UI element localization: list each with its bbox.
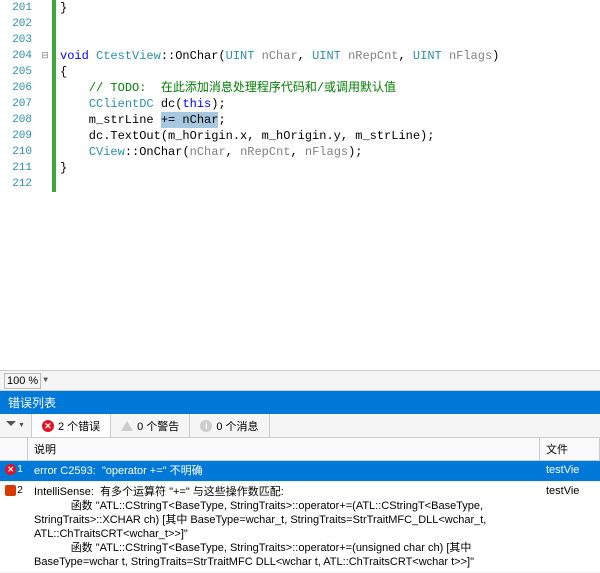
error-list-header: 说明 文件 — [0, 438, 600, 461]
error-list-panel: 错误列表 ▼ ✕ 2 个错误 0 个警告 i 0 个消息 说明 文件 ✕1error… — [0, 390, 600, 573]
error-list-rows: ✕1error C2593: "operator +=" 不明确testVie2… — [0, 461, 600, 573]
code-line[interactable]: CView::OnChar(nChar, nRepCnt, nFlags); — [60, 144, 600, 160]
line-number: 208 — [0, 112, 32, 128]
error-icon: ✕ — [42, 420, 54, 432]
code-line[interactable]: // TODO: 在此添加消息处理程序代码和/或调用默认值 — [60, 80, 600, 96]
warning-icon — [121, 421, 133, 431]
tab-errors[interactable]: ✕ 2 个错误 — [32, 414, 111, 437]
intellisense-icon — [5, 485, 16, 496]
error-file: testVie — [540, 482, 600, 572]
error-description: IntelliSense: 有多个运算符 "+=" 与这些操作数匹配: 函数 "… — [28, 482, 540, 572]
error-row-icon: ✕1 — [0, 461, 28, 481]
line-number: 211 — [0, 160, 32, 176]
error-file: testVie — [540, 461, 600, 481]
code-line[interactable]: } — [60, 0, 600, 16]
col-icon[interactable] — [0, 438, 28, 460]
line-number: 205 — [0, 64, 32, 80]
line-number: 209 — [0, 128, 32, 144]
code-content[interactable]: }void CtestView::OnChar(UINT nChar, UINT… — [56, 0, 600, 192]
col-file[interactable]: 文件 — [540, 438, 600, 460]
error-list-toolbar: ▼ ✕ 2 个错误 0 个警告 i 0 个消息 — [0, 414, 600, 438]
fold-toggle — [38, 128, 52, 144]
error-row[interactable]: ✕1error C2593: "operator +=" 不明确testVie — [0, 461, 600, 482]
code-line[interactable] — [60, 176, 600, 192]
line-number: 204 — [0, 48, 32, 64]
tab-messages-label: 0 个消息 — [216, 418, 258, 434]
code-line[interactable]: void CtestView::OnChar(UINT nChar, UINT … — [60, 48, 600, 64]
fold-toggle — [38, 32, 52, 48]
error-description: error C2593: "operator +=" 不明确 — [28, 461, 540, 481]
fold-toggle — [38, 144, 52, 160]
error-list-title: 错误列表 — [0, 391, 600, 414]
line-number: 203 — [0, 32, 32, 48]
tab-warnings[interactable]: 0 个警告 — [111, 414, 190, 437]
line-number-gutter: 201202203204205206207208209210211212 — [0, 0, 38, 192]
zoom-dropdown-icon[interactable]: ▼ — [43, 376, 48, 385]
tab-messages[interactable]: i 0 个消息 — [190, 414, 269, 437]
tab-errors-label: 2 个错误 — [58, 418, 100, 434]
zoom-select[interactable]: 100 % — [4, 373, 41, 389]
error-icon: ✕ — [5, 464, 16, 475]
fold-toggle — [38, 16, 52, 32]
fold-toggle — [38, 80, 52, 96]
line-number: 202 — [0, 16, 32, 32]
code-line[interactable] — [60, 16, 600, 32]
filter-icon — [6, 421, 16, 431]
fold-toggle — [38, 112, 52, 128]
tab-warnings-label: 0 个警告 — [137, 418, 179, 434]
filter-button[interactable]: ▼ — [0, 414, 32, 437]
code-editor[interactable]: 201202203204205206207208209210211212 ⊟ }… — [0, 0, 600, 370]
fold-toggle — [38, 64, 52, 80]
code-line[interactable] — [60, 32, 600, 48]
fold-toggle — [38, 160, 52, 176]
zoom-bar: 100 % ▼ — [0, 370, 600, 390]
line-number: 201 — [0, 0, 32, 16]
line-number: 206 — [0, 80, 32, 96]
fold-toggle[interactable]: ⊟ — [38, 48, 52, 64]
code-line[interactable]: } — [60, 160, 600, 176]
line-number: 212 — [0, 176, 32, 192]
fold-column[interactable]: ⊟ — [38, 0, 52, 192]
code-line[interactable]: dc.TextOut(m_hOrigin.x, m_hOrigin.y, m_s… — [60, 128, 600, 144]
line-number: 207 — [0, 96, 32, 112]
fold-toggle — [38, 0, 52, 16]
line-number: 210 — [0, 144, 32, 160]
error-row-icon: 2 — [0, 482, 28, 572]
error-row[interactable]: 2IntelliSense: 有多个运算符 "+=" 与这些操作数匹配: 函数 … — [0, 482, 600, 573]
code-line[interactable]: { — [60, 64, 600, 80]
info-icon: i — [200, 420, 212, 432]
col-description[interactable]: 说明 — [28, 438, 540, 460]
code-line[interactable]: m_strLine += nChar; — [60, 112, 600, 128]
chevron-down-icon: ▼ — [18, 422, 25, 429]
fold-toggle — [38, 96, 52, 112]
code-line[interactable]: CClientDC dc(this); — [60, 96, 600, 112]
fold-toggle — [38, 176, 52, 192]
